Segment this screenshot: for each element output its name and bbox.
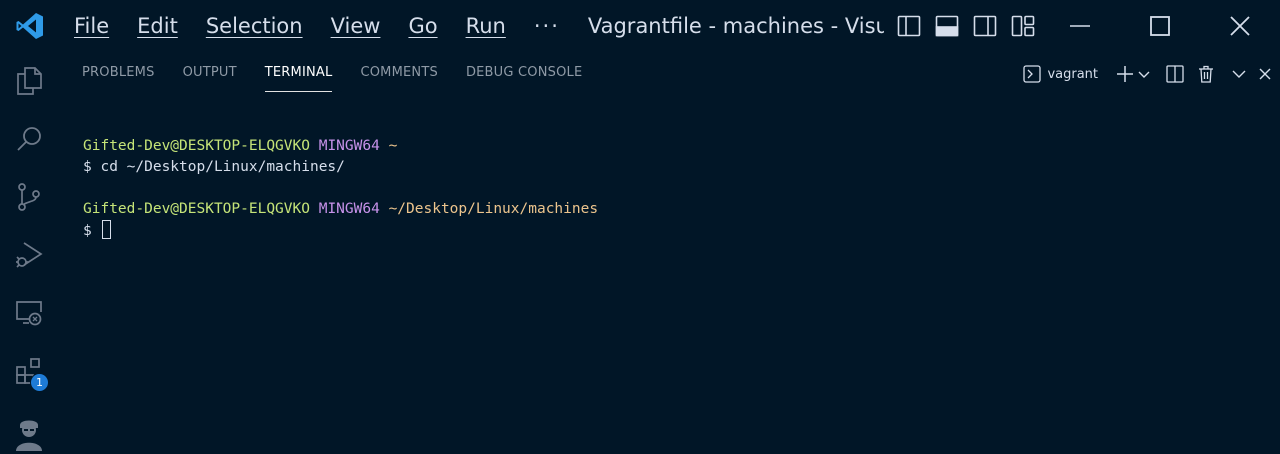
new-terminal-icon[interactable] [1116,62,1134,86]
activity-bar: 1 [0,52,58,454]
terminal-selector[interactable]: vagrant [1023,62,1098,86]
menu-bar: File Edit Selection View Go Run ··· [60,0,574,52]
layout-controls [896,13,1036,39]
tab-terminal[interactable]: TERMINAL [251,52,347,92]
menu-file[interactable]: File [60,0,123,52]
maximize-panel-icon[interactable] [1232,62,1246,86]
prompt-user: Gifted-Dev@DESKTOP-ELQGVKO [83,201,310,217]
close-window-icon[interactable] [1200,0,1280,52]
panel-tabs: PROBLEMS OUTPUT TERMINAL COMMENTS DEBUG … [82,52,596,92]
chevron-down-icon[interactable] [1138,62,1150,86]
remote-explorer-icon[interactable] [0,284,58,342]
tab-debug-console[interactable]: DEBUG CONSOLE [452,52,596,92]
prompt-path: ~/Desktop/Linux/machines [388,201,599,217]
prompt-path: ~ [388,138,398,154]
menu-selection[interactable]: Selection [192,0,317,52]
terminal-panel: PROBLEMS OUTPUT TERMINAL COMMENTS DEBUG … [58,52,1280,454]
prompt-user: Gifted-Dev@DESKTOP-ELQGVKO [83,138,310,154]
window-title: Vagrantfile - machines - Visual... [587,14,884,38]
title-bar: File Edit Selection View Go Run ··· Vagr… [0,0,1280,52]
menu-go[interactable]: Go [394,0,451,52]
maximize-icon[interactable] [1120,0,1200,52]
run-debug-icon[interactable] [0,226,58,284]
prompt-line-1: Gifted-Dev@DESKTOP-ELQGVKO MINGW64 ~ [83,136,598,157]
explorer-icon[interactable] [0,52,58,110]
toggle-primary-sidebar-icon[interactable] [896,13,922,39]
extensions-icon[interactable]: 1 [0,342,58,400]
source-control-icon[interactable] [0,168,58,226]
terminal-cursor [102,220,112,239]
toggle-secondary-sidebar-icon[interactable] [972,13,998,39]
terminal-icon [1023,65,1042,83]
panel-actions: vagrant [1023,62,1272,86]
extensions-badge: 1 [30,373,49,392]
tab-comments[interactable]: COMMENTS [346,52,451,92]
menu-edit[interactable]: Edit [123,0,192,52]
menu-more[interactable]: ··· [520,0,574,52]
current-prompt: $ [83,223,101,239]
toggle-panel-icon[interactable] [934,13,960,39]
command-line-2[interactable]: $ [83,220,598,242]
prompt-shell: MINGW64 [318,138,380,154]
trash-icon[interactable] [1198,62,1214,86]
vscode-logo-icon [0,0,60,52]
customize-layout-icon[interactable] [1010,13,1036,39]
window-controls [1040,0,1280,52]
tab-output[interactable]: OUTPUT [169,52,251,92]
menu-view[interactable]: View [317,0,395,52]
terminal-name: vagrant [1047,66,1098,82]
tab-problems[interactable]: PROBLEMS [82,52,169,92]
prompt-shell: MINGW64 [318,201,380,217]
account-icon[interactable] [0,404,58,454]
prompt-line-2: Gifted-Dev@DESKTOP-ELQGVKO MINGW64 ~/Des… [83,199,598,220]
minimize-icon[interactable] [1040,0,1120,52]
command-line-1: $ cd ~/Desktop/Linux/machines/ [83,159,345,175]
close-panel-icon[interactable] [1258,62,1272,86]
split-terminal-icon[interactable] [1166,62,1184,86]
terminal-output[interactable]: Gifted-Dev@DESKTOP-ELQGVKO MINGW64 ~ $ cd… [83,136,598,242]
menu-run[interactable]: Run [452,0,520,52]
search-icon[interactable] [0,110,58,168]
